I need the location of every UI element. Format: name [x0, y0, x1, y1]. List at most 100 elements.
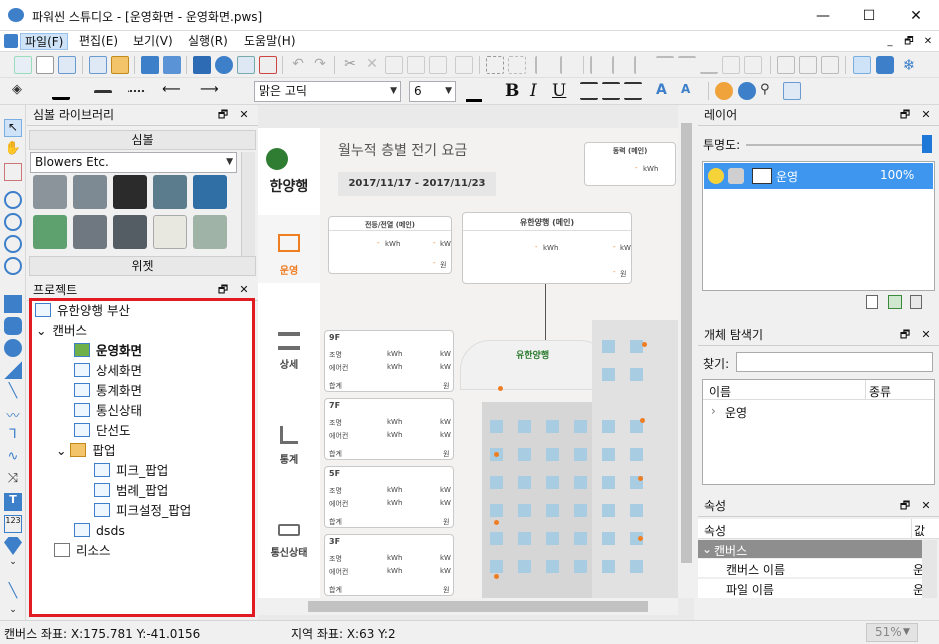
duplicate-icon[interactable] — [429, 56, 447, 74]
tree-screen-3[interactable]: 통신상태 — [74, 401, 142, 421]
flip-v-icon[interactable] — [560, 56, 578, 74]
nav-item-stats[interactable]: 통계 — [258, 451, 320, 466]
pin-icon[interactable]: 🗗 — [216, 108, 230, 122]
add-layer-icon[interactable] — [866, 295, 878, 309]
preview-icon[interactable] — [237, 56, 255, 74]
prop-row[interactable]: 캔버스 이름 운 — [698, 559, 924, 578]
align-left-icon[interactable] — [590, 56, 608, 74]
pin-icon[interactable]: 🗗 — [898, 108, 912, 122]
pin-icon[interactable]: 🗗 — [898, 499, 912, 513]
blower-symbol-6[interactable] — [33, 215, 67, 249]
canvas-vertical-scrollbar[interactable] — [678, 105, 695, 598]
delete-screen-icon[interactable] — [259, 56, 277, 74]
maximize-button[interactable]: ☐ — [846, 0, 892, 31]
hand-tool-icon[interactable]: ✋ — [4, 141, 22, 159]
bezier-tool-icon[interactable]: ⤨ — [4, 471, 22, 489]
tree-popup-0[interactable]: 피크_팝업 — [94, 461, 168, 481]
zoom-select[interactable]: 51% — [866, 623, 918, 642]
more-tools-icon[interactable]: ⌄ — [4, 557, 22, 575]
blower-symbol-1[interactable] — [33, 175, 67, 209]
align-bottom-icon[interactable] — [700, 56, 718, 74]
tree-popup-1[interactable]: 범례_팝업 — [94, 481, 168, 501]
polygon-tool-icon[interactable] — [4, 361, 22, 379]
new-file-icon[interactable] — [36, 56, 54, 74]
flip-h-icon[interactable] — [535, 56, 553, 74]
panel-close-icon[interactable]: ✕ — [237, 283, 251, 297]
font-family-select[interactable]: 맑은 고딕 ▼ — [254, 81, 401, 102]
layers-icon[interactable] — [876, 56, 894, 74]
panel-close-icon[interactable]: ✕ — [919, 328, 933, 342]
tree-screen-1[interactable]: 상세화면 — [74, 361, 142, 381]
gem-tool-icon[interactable] — [4, 537, 22, 555]
yuhan-main-card[interactable]: 유한양행 (메인) - kWh - kW - 원 — [462, 212, 632, 284]
blower-symbol-4[interactable] — [153, 175, 187, 209]
panel-close-icon[interactable]: ✕ — [919, 108, 933, 122]
zoom-in-tool-icon[interactable] — [4, 191, 22, 209]
hscroll-thumb[interactable] — [308, 601, 648, 612]
mdi-restore-button[interactable]: 🗗 — [901, 34, 917, 49]
blower-symbol-10[interactable] — [193, 215, 227, 249]
close-button[interactable]: ✕ — [893, 0, 939, 31]
bring-front-icon[interactable] — [777, 56, 795, 74]
date-range[interactable]: 2017/11/17 - 2017/11/23 — [338, 172, 496, 196]
blower-symbol-3[interactable] — [113, 175, 147, 209]
expand-icon[interactable]: › — [711, 404, 716, 418]
properties-group[interactable]: ⌄ 캔버스 — [698, 540, 922, 558]
text-align-right-icon[interactable] — [624, 82, 642, 100]
undo-icon[interactable]: ↶ — [289, 56, 307, 74]
visible-icon[interactable] — [708, 168, 724, 184]
delete-icon[interactable]: ✕ — [363, 56, 381, 74]
minimize-button[interactable]: — — [800, 0, 846, 31]
tree-screen-0[interactable]: 운영화면 — [74, 341, 142, 361]
forward-icon[interactable] — [821, 56, 839, 74]
text-tool-icon[interactable]: T — [4, 493, 22, 511]
zoom-out-tool-icon[interactable] — [4, 213, 22, 231]
delete-layer-icon[interactable] — [910, 295, 922, 309]
arrow-start-icon[interactable]: ⟵ — [162, 82, 181, 100]
prop-row[interactable]: 파일 이름 운 — [698, 579, 924, 598]
panel-close-icon[interactable]: ✕ — [919, 499, 933, 513]
same-width-icon[interactable] — [722, 56, 740, 74]
arrow-end-icon[interactable]: ⟶ — [200, 82, 219, 100]
lock-icon[interactable] — [728, 168, 744, 184]
align-middle-icon[interactable] — [678, 56, 696, 74]
power-main-card[interactable]: 동력 (메인) - kWh — [584, 142, 676, 186]
clone-icon[interactable] — [455, 56, 473, 74]
italic-button[interactable]: I — [530, 81, 537, 102]
redo-icon[interactable]: ↷ — [311, 56, 329, 74]
pin-icon[interactable]: 🗗 — [216, 283, 230, 297]
search-input[interactable] — [736, 352, 933, 372]
zoom-icon[interactable]: ⚲ — [760, 82, 778, 100]
explorer-item[interactable]: 운영 — [725, 404, 747, 421]
bold-button[interactable]: B — [505, 81, 519, 102]
line-tool-icon[interactable]: ╲ — [4, 383, 22, 401]
settings-icon[interactable]: ❄ — [900, 56, 918, 74]
ellipse-tool-icon[interactable] — [4, 339, 22, 357]
line-color-icon[interactable] — [52, 82, 70, 100]
cut-icon[interactable]: ✂ — [341, 56, 359, 74]
curve-tool-icon[interactable]: ∿ — [4, 449, 22, 467]
nav-item-detail[interactable]: 상세 — [258, 356, 320, 371]
canvas-horizontal-scrollbar[interactable] — [258, 598, 678, 615]
panel-close-icon[interactable]: ✕ — [237, 108, 251, 122]
numeric-tool-icon[interactable]: 123 — [4, 515, 22, 533]
font-color-icon[interactable] — [466, 81, 482, 102]
mdi-minimize-button[interactable]: _ — [882, 34, 898, 49]
col-name[interactable]: 이름 — [709, 383, 731, 400]
opacity-track[interactable] — [746, 144, 926, 146]
pin-icon[interactable]: 🗗 — [898, 328, 912, 342]
rectangle-tool-icon[interactable] — [4, 295, 22, 313]
grid-icon[interactable] — [14, 56, 32, 74]
refresh-blue-icon[interactable] — [738, 82, 756, 100]
ungroup-icon[interactable] — [508, 56, 526, 74]
zoom-area-tool-icon[interactable] — [4, 257, 22, 275]
blower-symbol-7[interactable] — [73, 215, 107, 249]
floor-card-9f[interactable]: 9F 조명 에어컨 합계 kWh kWh kW kW 원 — [324, 330, 454, 392]
text-grow-icon[interactable]: A — [656, 82, 674, 100]
pipe-tool-icon[interactable]: ╲ — [4, 583, 22, 601]
align-right-icon[interactable] — [634, 56, 652, 74]
text-align-center-icon[interactable] — [602, 82, 620, 100]
blower-symbol-9[interactable] — [153, 215, 187, 249]
fill-color-icon[interactable]: ◈ — [12, 82, 30, 100]
same-height-icon[interactable] — [744, 56, 762, 74]
